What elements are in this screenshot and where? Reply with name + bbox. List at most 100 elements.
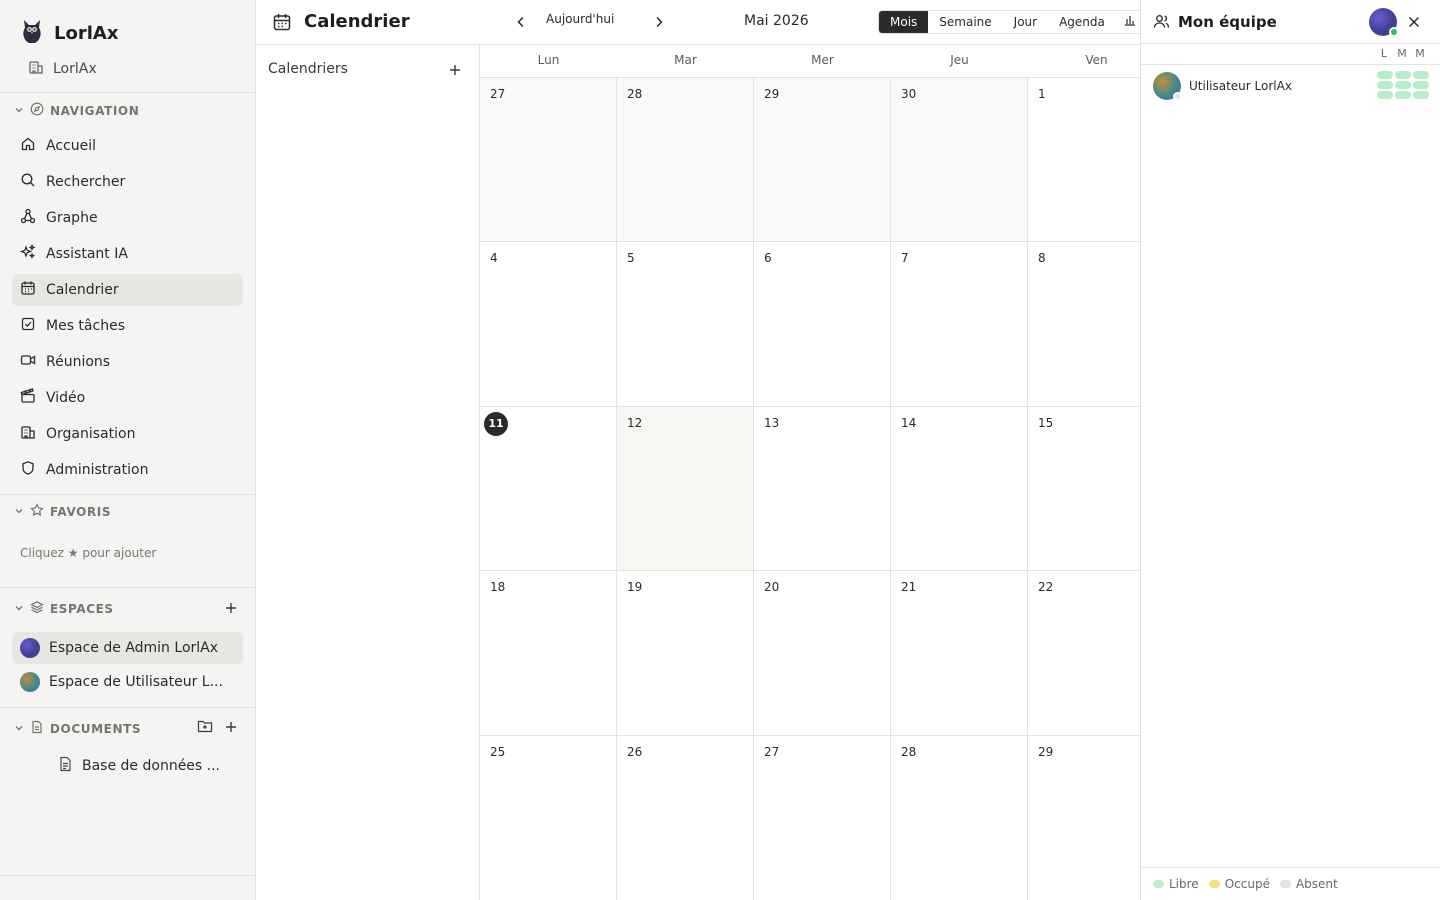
sidebar-item-rechercher[interactable]: Rechercher	[12, 166, 243, 198]
view-switcher: Mois Semaine Jour Agenda	[878, 10, 1145, 34]
legend-swatch	[1208, 880, 1220, 888]
weekday-header: Lun Mar Mer Jeu Ven	[480, 45, 1140, 78]
brand[interactable]: LorlAx	[20, 18, 118, 48]
home-icon	[20, 136, 36, 156]
day-number: 18	[490, 580, 506, 594]
space-item-admin[interactable]: Espace de Admin LorlAx	[12, 632, 243, 664]
day-cell[interactable]: 22	[1028, 571, 1140, 736]
day-cell[interactable]: 7	[891, 242, 1028, 407]
navigation-heading: NAVIGATION	[50, 103, 140, 118]
day-cell[interactable]: 27	[754, 736, 891, 900]
sidebar-item-organisation[interactable]: Organisation	[12, 418, 243, 450]
close-panel-button[interactable]	[1404, 12, 1424, 32]
favorites-section-toggle[interactable]: FAVORIS	[14, 503, 111, 520]
day-cell[interactable]: 1	[1028, 78, 1140, 242]
add-calendar-button[interactable]	[444, 59, 466, 81]
sidebar-item-calendrier[interactable]: Calendrier	[12, 274, 243, 306]
sidebar-item-video[interactable]: Vidéo	[12, 382, 243, 414]
day-cell[interactable]: 28	[617, 78, 754, 242]
availability-slot-free	[1377, 71, 1393, 79]
document-item[interactable]: Base de données ...	[58, 756, 220, 776]
day-number: 27	[764, 745, 780, 759]
day-cell[interactable]: 4	[480, 242, 617, 407]
today-button[interactable]: Aujourd'hui	[546, 12, 614, 26]
sidebar-item-administration[interactable]: Administration	[12, 454, 243, 486]
divider	[0, 875, 255, 876]
layers-icon	[30, 600, 44, 617]
sidebar-item-label: Organisation	[46, 426, 136, 442]
navigation-section-toggle[interactable]: NAVIGATION	[14, 102, 139, 119]
legend-label: Absent	[1295, 877, 1338, 891]
sidebar-item-assistant-ia[interactable]: Assistant IA	[12, 238, 243, 270]
view-tab-week[interactable]: Semaine	[928, 11, 1002, 33]
member-status-dot	[1173, 92, 1182, 101]
day-number: 21	[901, 580, 917, 594]
day-cell[interactable]: 14	[891, 407, 1028, 571]
documents-section-toggle[interactable]: DOCUMENTS	[14, 720, 141, 737]
view-tab-agenda[interactable]: Agenda	[1048, 11, 1116, 33]
day-cell[interactable]: 30	[891, 78, 1028, 242]
calendar-icon	[20, 280, 36, 300]
space-item-label: Espace de Utilisateur L...	[49, 674, 223, 690]
divider	[0, 707, 255, 708]
add-document-button[interactable]	[221, 717, 241, 737]
day-number: 14	[901, 416, 917, 430]
documents-heading: DOCUMENTS	[50, 721, 142, 736]
day-cell[interactable]: 19	[617, 571, 754, 736]
previous-month-button[interactable]	[511, 12, 531, 32]
view-tab-day[interactable]: Jour	[1003, 11, 1048, 33]
day-cell[interactable]: 18	[480, 571, 617, 736]
day-cell[interactable]: 12	[617, 407, 754, 571]
day-cell-today[interactable]: 11	[480, 407, 617, 571]
new-folder-button[interactable]	[195, 717, 215, 737]
day-cell[interactable]: 13	[754, 407, 891, 571]
day-cell[interactable]: 27	[480, 78, 617, 242]
member-avatar	[1153, 72, 1182, 101]
day-number: 29	[1038, 745, 1054, 759]
org-name: LorlAx	[53, 61, 97, 77]
building-icon	[20, 424, 36, 444]
day-cell[interactable]: 26	[617, 736, 754, 900]
folder-plus-icon	[197, 718, 213, 737]
day-number: 4	[490, 251, 498, 265]
sidebar-item-accueil[interactable]: Accueil	[12, 130, 243, 162]
sidebar-item-mes-taches[interactable]: Mes tâches	[12, 310, 243, 342]
sidebar-item-graphe[interactable]: Graphe	[12, 202, 243, 234]
day-number: 1	[1038, 87, 1046, 101]
day-cell[interactable]: 29	[1028, 736, 1140, 900]
day-cell[interactable]: 20	[754, 571, 891, 736]
spaces-section-toggle[interactable]: ESPACES	[14, 600, 114, 617]
add-space-button[interactable]	[221, 598, 241, 618]
org-switcher[interactable]: LorlAx	[28, 59, 97, 79]
task-icon	[20, 316, 36, 336]
sidebar-item-reunions[interactable]: Réunions	[12, 346, 243, 378]
space-avatar	[20, 672, 40, 692]
spaces-heading: ESPACES	[50, 601, 114, 616]
team-day-headers: L M M	[1379, 47, 1425, 60]
day-number: 5	[627, 251, 635, 265]
divider	[1141, 43, 1440, 44]
legend-swatch	[1279, 880, 1291, 888]
day-cell[interactable]: 29	[754, 78, 891, 242]
users-icon	[1153, 13, 1170, 34]
day-cell[interactable]: 21	[891, 571, 1028, 736]
view-tab-month[interactable]: Mois	[879, 11, 929, 33]
chevron-left-icon	[516, 13, 526, 32]
day-initial: M	[1397, 47, 1407, 60]
next-month-button[interactable]	[649, 12, 669, 32]
favorites-heading: FAVORIS	[50, 504, 112, 519]
sidebar-item-label: Mes tâches	[46, 318, 125, 334]
availability-slot-free	[1377, 81, 1393, 89]
day-cell[interactable]: 5	[617, 242, 754, 407]
star-icon	[30, 503, 44, 520]
close-icon	[1408, 13, 1420, 32]
availability-legend: Libre Occupé Absent	[1141, 867, 1440, 900]
weekday-label: Ven	[1085, 53, 1108, 67]
space-item-utilisateur[interactable]: Espace de Utilisateur L...	[12, 666, 243, 698]
day-number: 6	[764, 251, 772, 265]
day-cell[interactable]: 15	[1028, 407, 1140, 571]
day-cell[interactable]: 6	[754, 242, 891, 407]
day-cell[interactable]: 8	[1028, 242, 1140, 407]
day-cell[interactable]: 28	[891, 736, 1028, 900]
day-cell[interactable]: 25	[480, 736, 617, 900]
